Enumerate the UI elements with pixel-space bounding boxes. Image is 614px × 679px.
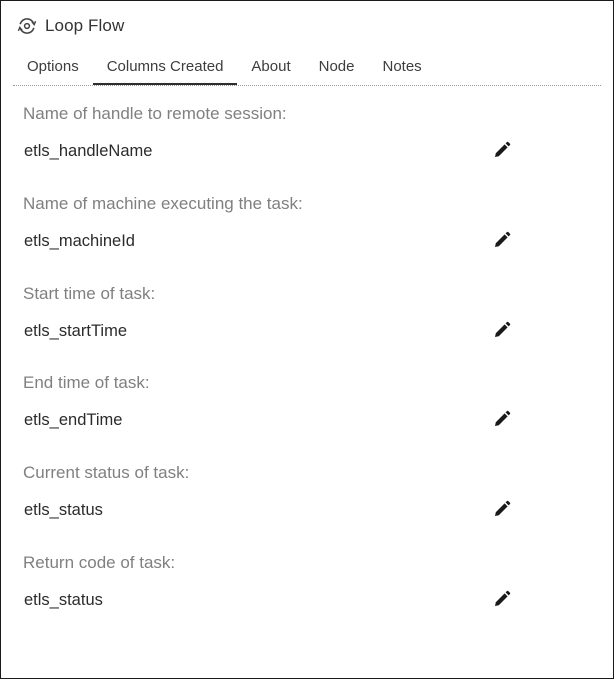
- field-end-time: End time of task: etls_endTime: [1, 372, 613, 462]
- tab-node[interactable]: Node: [305, 53, 369, 85]
- panel-header: Loop Flow: [17, 14, 124, 38]
- pencil-icon[interactable]: [493, 141, 511, 159]
- field-label: Current status of task:: [23, 463, 190, 483]
- pencil-icon[interactable]: [493, 500, 511, 518]
- field-value: etls_machineId: [24, 231, 135, 250]
- properties-panel: Loop Flow Options Columns Created About …: [0, 0, 614, 679]
- field-start-time: Start time of task: etls_startTime: [1, 283, 613, 373]
- tab-about[interactable]: About: [237, 53, 304, 85]
- field-status: Current status of task: etls_status: [1, 462, 613, 552]
- field-label: Return code of task:: [23, 552, 176, 572]
- field-label: Name of machine executing the task:: [23, 193, 303, 213]
- field-label: Start time of task:: [23, 283, 156, 303]
- field-handle-name: Name of handle to remote session: etls_h…: [1, 103, 613, 193]
- pencil-icon[interactable]: [493, 321, 511, 339]
- field-value: etls_status: [24, 590, 103, 609]
- field-machine-id: Name of machine executing the task: etls…: [1, 193, 613, 283]
- tab-divider: [13, 85, 601, 86]
- columns-created-list: Name of handle to remote session: etls_h…: [1, 103, 613, 642]
- field-return-code: Return code of task: etls_status: [1, 552, 613, 642]
- field-label: Name of handle to remote session:: [23, 104, 287, 123]
- pencil-icon[interactable]: [493, 231, 511, 249]
- tab-options[interactable]: Options: [13, 53, 93, 85]
- pencil-icon[interactable]: [493, 590, 511, 608]
- loop-flow-icon: [17, 16, 37, 36]
- field-value: etls_startTime: [24, 321, 127, 340]
- field-label: End time of task:: [23, 373, 150, 393]
- panel-title: Loop Flow: [45, 16, 125, 35]
- pencil-icon[interactable]: [493, 410, 511, 428]
- tab-notes[interactable]: Notes: [368, 53, 435, 85]
- tab-columns-created[interactable]: Columns Created: [92, 53, 238, 85]
- field-value: etls_status: [24, 501, 103, 520]
- tab-bar: Options Columns Created About Node Notes: [13, 53, 436, 85]
- field-value: etls_endTime: [24, 411, 123, 430]
- field-value: etls_handleName: [24, 142, 153, 160]
